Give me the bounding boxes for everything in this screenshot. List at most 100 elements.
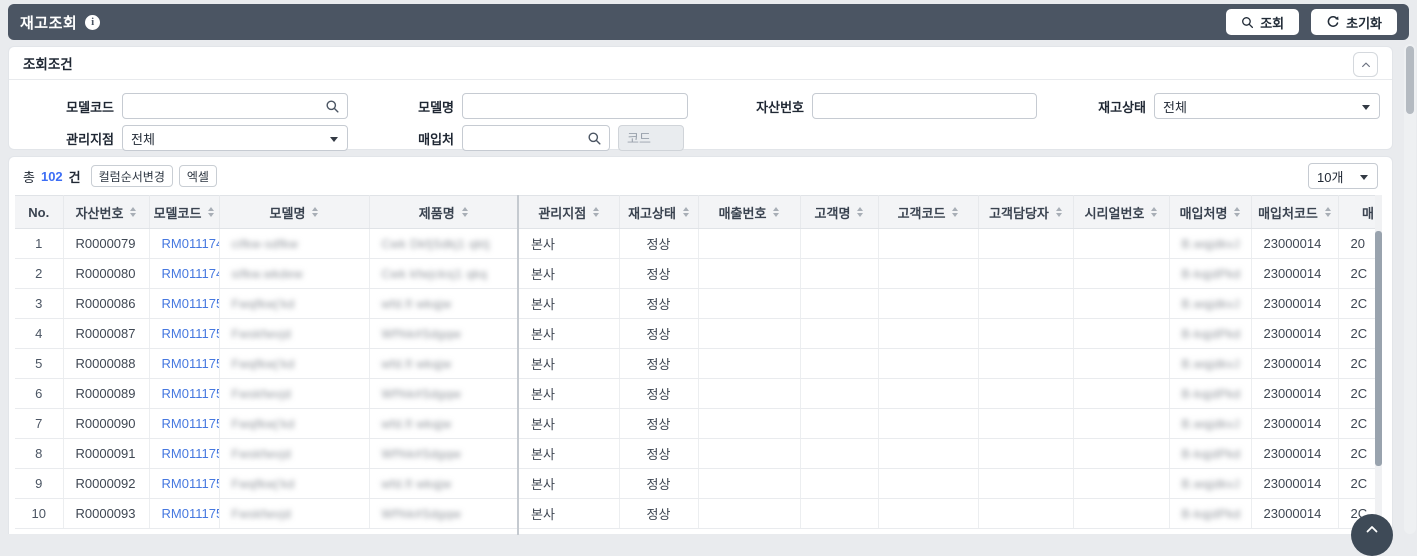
- column-header-model_name[interactable]: 모델명: [219, 195, 370, 229]
- sort-icon[interactable]: [1055, 207, 1062, 217]
- model-code-link[interactable]: RM011175: [162, 356, 219, 371]
- search-icon[interactable]: [587, 131, 602, 149]
- model-name-input[interactable]: [471, 98, 679, 114]
- cell-customer_manager: [978, 438, 1074, 469]
- cell-sales_no: [698, 438, 801, 469]
- column-header-serial_no[interactable]: 시리얼번호: [1073, 195, 1170, 229]
- cell-no: 7: [15, 408, 64, 439]
- table-row: 7 R0000090 RM011175 Fwqfkwj'kd wfd.fl wkqjw 본…: [15, 408, 1382, 439]
- column-header-vendor_code[interactable]: 매입처코드: [1251, 195, 1339, 229]
- sort-icon[interactable]: [208, 207, 215, 217]
- model-code-link[interactable]: RM011175: [162, 386, 219, 401]
- cell-model_code[interactable]: RM011175: [149, 288, 220, 319]
- column-header-customer_name[interactable]: 고객명: [800, 195, 879, 229]
- model-code-link[interactable]: RM011175: [162, 416, 219, 431]
- branch-select[interactable]: 전체: [122, 125, 348, 151]
- table-scrollbar-thumb[interactable]: [1375, 231, 1382, 466]
- page-scrollbar[interactable]: [1404, 44, 1416, 534]
- vendor-input[interactable]: [471, 130, 601, 146]
- cell-branch: 본사: [518, 378, 620, 409]
- column-header-label: 시리얼번호: [1084, 205, 1145, 221]
- cell-vendor_name: B.wqjdkvJ: [1169, 408, 1252, 439]
- page-scrollbar-thumb[interactable]: [1406, 46, 1414, 114]
- cell-model_code[interactable]: RM011175: [149, 348, 220, 379]
- cell-serial_no: [1073, 468, 1170, 499]
- total-count: 102: [40, 168, 63, 184]
- sort-icon[interactable]: [1324, 207, 1331, 217]
- cell-no: 3: [15, 288, 64, 319]
- redacted-text: Fwqfkwj'kd: [231, 477, 295, 491]
- model-code-link[interactable]: RM011175: [162, 506, 219, 521]
- redacted-text: wfd.fl wkqjw: [381, 297, 452, 311]
- cell-model_code[interactable]: RM011175: [149, 438, 220, 469]
- cell-model_code[interactable]: RM011175: [149, 498, 220, 529]
- cell-customer_manager: [978, 408, 1074, 439]
- sort-icon[interactable]: [952, 207, 959, 217]
- cell-model_code[interactable]: RM011174: [149, 228, 220, 259]
- cell-vendor_code: 23000014: [1251, 438, 1339, 469]
- cell-model_name: Fwqfkwj'kd: [219, 288, 370, 319]
- cell-vendor_name: B.wqjdkvJ: [1169, 288, 1252, 319]
- column-header-branch[interactable]: 관리지점: [518, 195, 620, 229]
- total-prefix: 총: [23, 169, 35, 185]
- cell-vendor_code: 23000014: [1251, 378, 1339, 409]
- sort-icon[interactable]: [857, 207, 864, 217]
- sort-icon[interactable]: [682, 207, 689, 217]
- column-header-vendor_name[interactable]: 매입처명: [1169, 195, 1252, 229]
- cell-vendor_name: B-kqjdPkd: [1169, 258, 1252, 289]
- reset-button[interactable]: 초기화: [1311, 9, 1397, 35]
- cell-model_code[interactable]: RM011175: [149, 408, 220, 439]
- cell-customer_code: [878, 318, 979, 349]
- cell-product_name: Cwk kfwjcksj1 qkq: [369, 258, 519, 289]
- sort-icon[interactable]: [773, 207, 780, 217]
- search-button-label: 조회: [1260, 15, 1285, 31]
- column-header-stock_status[interactable]: 재고상태: [619, 195, 699, 229]
- asset-no-input[interactable]: [821, 98, 1028, 114]
- redacted-text: cifkw-sdfkw: [231, 237, 299, 251]
- table-row: 5 R0000088 RM011175 Fwqfkwj'kd wfd.fl wkqjw 본…: [15, 348, 1382, 379]
- cell-model_code[interactable]: RM011174: [149, 258, 220, 289]
- cell-model_code[interactable]: RM011175: [149, 378, 220, 409]
- cell-customer_name: [800, 318, 879, 349]
- model-code-link[interactable]: RM011175: [162, 326, 219, 341]
- column-header-label: 모델코드: [153, 205, 202, 221]
- sort-icon[interactable]: [1234, 207, 1241, 217]
- excel-button[interactable]: 엑셀: [178, 165, 217, 187]
- collapse-panel-button[interactable]: [1353, 52, 1378, 77]
- redacted-text: Wf%k#Sdgqw: [381, 447, 462, 461]
- sort-icon[interactable]: [1151, 207, 1158, 217]
- sort-icon[interactable]: [593, 207, 600, 217]
- cell-model_code[interactable]: RM011175: [149, 468, 220, 499]
- cell-asset_no: R0000087: [63, 318, 150, 349]
- cell-model_code[interactable]: RM011175: [149, 318, 220, 349]
- back-to-top-button[interactable]: [1351, 514, 1393, 556]
- stock-status-select[interactable]: 전체: [1154, 93, 1380, 119]
- model-code-link[interactable]: RM011175: [162, 446, 219, 461]
- column-header-product_name[interactable]: 제품명: [369, 195, 519, 229]
- column-header-sales_no[interactable]: 매출번호: [698, 195, 801, 229]
- column-header-model_code[interactable]: 모델코드: [149, 195, 220, 229]
- sort-icon[interactable]: [312, 207, 319, 217]
- model-code-link[interactable]: RM011174: [162, 266, 219, 281]
- results-table-wrap: No. 자산번호 모델코드 모델명 제품명 관리지점 재고상태 매출번호 고객명 고객코드 고객담당…: [15, 195, 1382, 535]
- column-header-customer_manager[interactable]: 고객담당자: [978, 195, 1074, 229]
- model-code-link[interactable]: RM011175: [162, 296, 219, 311]
- model-code-input[interactable]: [131, 98, 339, 114]
- cell-vendor_name: B.wqjdkvJ: [1169, 468, 1252, 499]
- info-icon[interactable]: i: [85, 14, 101, 30]
- cell-stock_status: 정상: [619, 288, 699, 319]
- cell-vendor_name: B-kqjdPkd: [1169, 318, 1252, 349]
- column-header-customer_code[interactable]: 고객코드: [878, 195, 979, 229]
- sort-icon[interactable]: [461, 207, 468, 217]
- column-order-button[interactable]: 컬럼순서변경: [90, 165, 173, 187]
- page-size-select[interactable]: 10개: [1308, 163, 1378, 189]
- cell-customer_code: [878, 438, 979, 469]
- cell-model_name: Fwskfwvjd: [219, 498, 370, 529]
- model-code-link[interactable]: RM011174: [162, 236, 219, 251]
- search-button[interactable]: 조회: [1226, 9, 1300, 35]
- column-header-asset_no[interactable]: 자산번호: [63, 195, 150, 229]
- model-code-link[interactable]: RM011175: [162, 476, 219, 491]
- search-icon[interactable]: [325, 99, 340, 117]
- table-scrollbar[interactable]: [1375, 195, 1382, 529]
- sort-icon[interactable]: [130, 207, 137, 217]
